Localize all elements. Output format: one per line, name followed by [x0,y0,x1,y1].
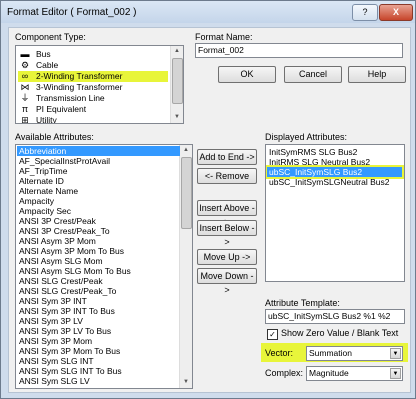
format-name-input[interactable]: Format_002 [195,43,403,58]
displayed-attribute-item[interactable]: InitRMS SLG Neutral Bus2 [267,157,402,167]
available-attribute-item[interactable]: ANSI SLG Crest/Peak_To [17,286,180,296]
available-attribute-item[interactable]: ANSI Sym SLG INT [17,356,180,366]
component-type-item-label: Bus [36,49,51,59]
insert-below-button[interactable]: Insert Below -> [197,220,257,247]
displayed-attribute-item[interactable]: InitSymRMS SLG Bus2 [267,147,402,157]
available-attribute-item[interactable]: ANSI Asym SLG Mom To Bus [17,266,180,276]
scroll-thumb[interactable] [172,58,183,104]
complex-select[interactable]: Magnitude ▼ [306,366,403,381]
available-attribute-item[interactable]: Ampacity Sec [17,206,180,216]
available-attribute-item[interactable]: ANSI Asym 3P Mom [17,236,180,246]
scroll-thumb[interactable] [181,157,192,229]
transmission-line-icon: ⏚ [20,93,30,103]
scroll-up-icon[interactable]: ▲ [171,46,183,57]
available-attribute-item[interactable]: ANSI Sym 3P INT [17,296,180,306]
available-attribute-item[interactable]: ANSI Asym 3P Mom To Bus [17,246,180,256]
complex-value: Magnitude [309,368,349,378]
ok-button[interactable]: OK [218,66,276,83]
component-type-item-label: 3-Winding Transformer [36,82,123,92]
scroll-down-icon[interactable]: ▼ [171,112,183,123]
component-type-item[interactable]: π PI Equivalent [18,104,168,115]
available-attribute-item[interactable]: ANSI Sym SLG LV [17,376,180,386]
cable-icon: ⚙ [20,60,30,70]
attribute-template-value: ubSC_InitSymSLG Bus2 %1 %2 [268,311,391,321]
chevron-down-icon[interactable]: ▼ [390,348,401,359]
available-attribute-item[interactable]: ANSI Sym 3P Mom [17,336,180,346]
component-type-item-label: PI Equivalent [36,104,87,114]
available-attribute-item[interactable]: AF_TripTime [17,166,180,176]
vector-select[interactable]: Summation ▼ [306,346,403,361]
displayed-attributes-label: Displayed Attributes: [265,132,348,142]
component-type-item-label: 2-Winding Transformer [36,71,123,81]
component-type-item[interactable]: ∞ 2-Winding Transformer [18,71,168,82]
vector-label: Vector: [265,348,294,358]
window-title: Format Editor ( Format_002 ) [7,7,137,18]
format-editor-window: Format Editor ( Format_002 ) ? X Compone… [0,0,416,399]
available-attribute-item[interactable]: Alternate Name [17,186,180,196]
component-type-item[interactable]: ⚙ Cable [18,60,168,71]
scroll-up-icon[interactable]: ▲ [180,145,192,156]
available-attribute-item[interactable]: ANSI Asym SLG Mom [17,256,180,266]
component-type-item-label: Transmission Line [36,93,105,103]
available-attribute-item[interactable]: ANSI Sym 3P Mom To Bus [17,346,180,356]
show-zero-label: Show Zero Value / Blank Text [281,328,399,338]
bus-icon: ▬ [20,49,30,59]
component-type-label: Component Type: [15,32,86,42]
component-type-item[interactable]: ⊞ Utility [18,115,168,124]
component-type-list[interactable]: ▲ ▼ ▬ Bus ⚙ Cable ∞ 2-Winding Transformer ⋈ 3-W… [15,45,184,124]
available-attribute-item[interactable]: Ampacity [17,196,180,206]
complex-label: Complex: [265,368,304,378]
component-type-item[interactable]: ⋈ 3-Winding Transformer [18,82,168,93]
displayed-attribute-item[interactable]: ubSC_InitSymSLG Bus2 [266,165,404,179]
available-attribute-item[interactable]: ANSI Sym 3P LV To Bus [17,326,180,336]
insert-above-button[interactable]: Insert Above -> [197,200,257,227]
displayed-attributes-list[interactable]: InitSymRMS SLG Bus2 InitRMS SLG Neutral B… [265,144,405,282]
available-attribute-item[interactable]: ANSI Sym 3P INT To Bus [17,306,180,316]
available-attributes-scrollbar[interactable]: ▲ ▼ [179,145,192,388]
available-attribute-item[interactable]: ANSI 3P Crest/Peak [17,216,180,226]
component-type-scrollbar[interactable]: ▲ ▼ [170,46,183,123]
help-button[interactable]: Help [348,66,406,83]
attribute-template-label: Attribute Template: [265,298,340,308]
available-attribute-item[interactable]: AF_SpecialInstProtAvail [17,156,180,166]
show-zero-checkbox[interactable]: ✓ [267,329,278,340]
available-attribute-item[interactable]: ANSI SLG Crest/Peak [17,276,180,286]
utility-icon: ⊞ [21,115,29,124]
vector-value: Summation [309,348,352,358]
move-down-button[interactable]: Move Down -> [197,268,257,295]
available-attribute-item[interactable]: Abbreviation [17,146,180,156]
component-type-item[interactable]: ⏚ Transmission Line [18,93,168,104]
dialog-body: Component Type: ▲ ▼ ▬ Bus ⚙ Cable ∞ 2-Winding… [8,27,411,393]
attribute-template-input[interactable]: ubSC_InitSymSLG Bus2 %1 %2 [265,309,405,324]
chevron-down-icon[interactable]: ▼ [390,368,401,379]
three-winding-transformer-icon: ⋈ [20,82,30,92]
available-attributes-list[interactable]: ▲ ▼ Abbreviation AF_SpecialInstProtAvail A… [15,144,193,389]
available-attribute-item[interactable]: ANSI Sym SLG INT To Bus [17,366,180,376]
close-icon[interactable]: X [379,4,413,21]
component-type-item-label: Utility [36,115,57,124]
available-attribute-item[interactable]: Alternate ID [17,176,180,186]
component-type-item-label: Cable [36,60,59,70]
remove-button[interactable]: <- Remove [197,168,257,184]
move-up-button[interactable]: Move Up -> [197,249,257,265]
scroll-down-icon[interactable]: ▼ [180,377,192,388]
format-name-label: Format Name: [195,32,253,42]
add-to-end-button[interactable]: Add to End -> [197,149,257,165]
displayed-attribute-item[interactable]: ubSC_InitSymSLGNeutral Bus2 [267,177,402,187]
available-attribute-item[interactable]: ANSI Sym 3P LV [17,316,180,326]
component-type-item[interactable]: ▬ Bus [18,49,168,60]
available-attribute-item[interactable]: ANSI 3P Crest/Peak_To [17,226,180,236]
available-attributes-label: Available Attributes: [15,132,94,142]
cancel-button[interactable]: Cancel [284,66,342,83]
help-icon[interactable]: ? [352,4,378,21]
pi-equivalent-icon: π [21,104,29,114]
two-winding-transformer-icon: ∞ [21,71,29,81]
format-name-value: Format_002 [198,45,244,55]
title-bar[interactable]: Format Editor ( Format_002 ) ? X [1,1,415,23]
